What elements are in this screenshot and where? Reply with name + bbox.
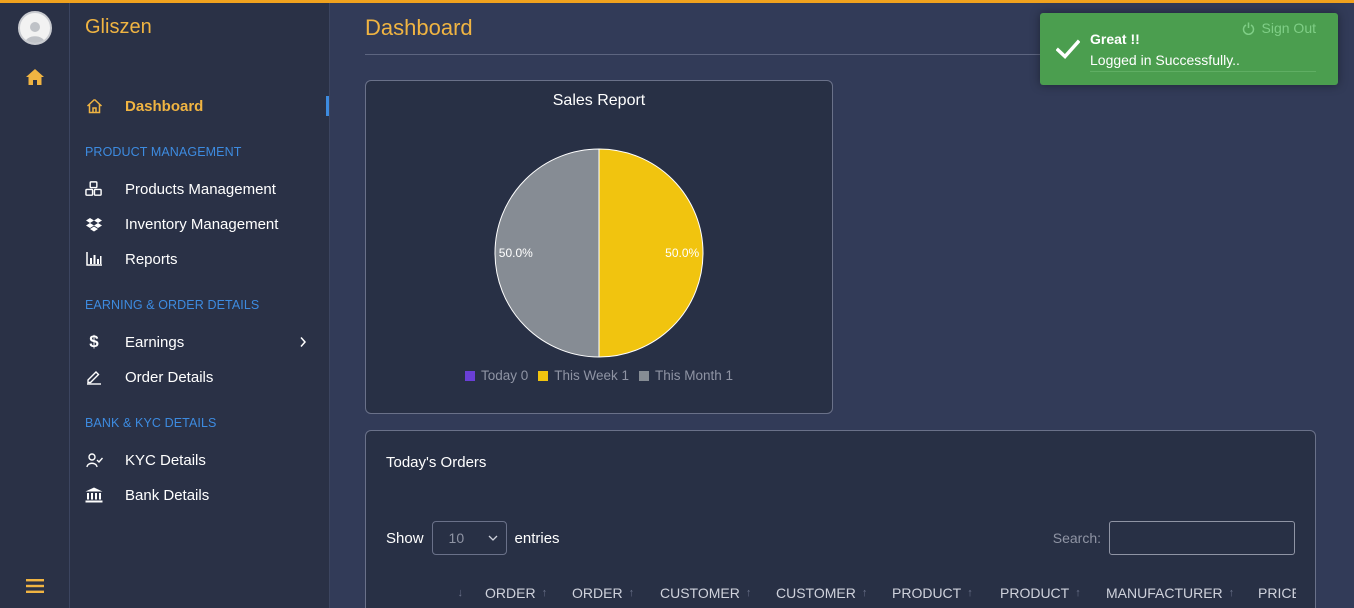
orders-title: Today's Orders	[386, 454, 487, 471]
sort-icon: ↑	[745, 587, 752, 599]
sidebar-item-earnings[interactable]: $ Earnings	[85, 328, 325, 356]
section-heading-bank: BANK & KYC DETAILS	[85, 416, 217, 430]
pie-data-label: 50.0%	[665, 246, 699, 260]
legend-item-this-month[interactable]: This Month 1	[639, 368, 733, 383]
dropbox-icon	[85, 215, 103, 233]
top-accent-bar	[0, 0, 1354, 3]
entries-select[interactable]: 10	[431, 521, 507, 555]
column-header[interactable]: ORDER ↑	[554, 581, 642, 605]
sidebar-item-label: Reports	[125, 250, 178, 268]
section-heading-earning: EARNING & ORDER DETAILS	[85, 298, 260, 312]
legend-label: Today 0	[480, 368, 529, 383]
home-outline-icon	[85, 97, 103, 115]
icon-rail	[0, 0, 70, 608]
sidebar: Gliszen Dashboard PRODUCT MANAGEMENT Pro…	[70, 0, 330, 608]
bank-icon	[85, 486, 103, 504]
legend-swatch	[538, 370, 549, 381]
sales-report-card: Sales Report 50.0% 50.0% Today 0 This Wee…	[365, 80, 833, 414]
sales-pie-chart: 50.0% 50.0%	[494, 148, 704, 358]
sign-out-label: Sign Out	[1261, 20, 1316, 36]
search-label: Search:	[1052, 530, 1101, 546]
legend-item-today[interactable]: Today 0	[464, 368, 529, 383]
legend-label: This Week 1	[554, 368, 630, 383]
user-check-icon	[85, 451, 103, 469]
sort-icon: ↑	[541, 587, 548, 599]
sort-icon: ↑	[1075, 587, 1081, 599]
todays-orders-card: Today's Orders Show 10 entries Search: ↓…	[365, 430, 1316, 608]
column-header[interactable]: CUSTOMER ↑	[758, 581, 874, 605]
sort-desc-icon: ↓	[457, 587, 464, 599]
sidebar-item-inventory[interactable]: Inventory Management	[85, 210, 325, 238]
chevron-right-icon	[300, 337, 307, 347]
power-icon	[1242, 22, 1254, 35]
check-icon	[1056, 39, 1080, 59]
column-header[interactable]: PRODUCT ↑	[874, 581, 982, 605]
search-control: Search:	[1053, 521, 1295, 555]
dollar-icon: $	[89, 332, 99, 351]
row-sort-column[interactable]: ↓	[386, 581, 465, 605]
column-header[interactable]: CUSTOMER ↑	[642, 581, 758, 605]
sidebar-item-order-details[interactable]: Order Details	[85, 363, 325, 391]
sidebar-item-label: Bank Details	[125, 486, 210, 504]
sidebar-item-products[interactable]: Products Management	[85, 175, 325, 203]
pie-data-label: 50.0%	[499, 246, 533, 260]
main-content: Dashboard Sales Report 50.0% 50.0% Today …	[330, 0, 1354, 608]
column-header[interactable]: PRICE	[1240, 581, 1296, 605]
sort-icon: ↑	[628, 587, 635, 599]
search-input[interactable]	[1109, 521, 1295, 555]
sidebar-item-label: Dashboard	[125, 97, 204, 115]
bar-chart-icon	[85, 250, 103, 268]
sidebar-item-reports[interactable]: Reports	[85, 245, 325, 273]
toast-divider	[1090, 71, 1316, 72]
sidebar-item-label: Products Management	[125, 180, 276, 198]
sidebar-item-label: Earnings	[125, 333, 185, 351]
show-label: Show	[386, 529, 424, 547]
sidebar-item-kyc[interactable]: KYC Details	[85, 446, 325, 474]
legend-swatch	[464, 370, 475, 381]
toast-message: Logged in Successfully..	[1090, 52, 1240, 68]
column-header[interactable]: ORDER ↑	[465, 581, 554, 605]
legend-swatch	[639, 370, 650, 381]
sign-out-button[interactable]: Sign Out	[1242, 20, 1316, 36]
legend-item-this-week[interactable]: This Week 1	[538, 368, 629, 383]
chart-legend: Today 0 This Week 1 This Month 1	[366, 368, 832, 383]
success-toast[interactable]: Great !! Logged in Successfully.. Sign O…	[1040, 13, 1338, 85]
entries-control: Show 10 entries	[386, 521, 560, 555]
section-heading-product: PRODUCT MANAGEMENT	[85, 145, 242, 159]
entries-label: entries	[514, 529, 560, 547]
sort-icon: ↑	[967, 587, 973, 599]
menu-icon[interactable]	[26, 578, 44, 594]
sidebar-item-label: KYC Details	[125, 451, 206, 469]
sidebar-item-dashboard[interactable]: Dashboard	[85, 92, 325, 120]
column-header[interactable]: PRODUCT ↑	[982, 581, 1088, 605]
cubes-icon	[85, 180, 103, 198]
legend-label: This Month 1	[655, 368, 734, 383]
sidebar-item-bank[interactable]: Bank Details	[85, 481, 325, 509]
sort-icon: ↑	[1228, 587, 1235, 599]
column-header[interactable]: MANUFACTURER ↑	[1088, 581, 1240, 605]
page-title: Dashboard	[365, 15, 473, 40]
sort-icon: ↑	[861, 587, 868, 599]
active-indicator	[326, 96, 329, 116]
edit-icon	[85, 368, 103, 386]
brand-name: Gliszen	[85, 16, 152, 38]
entries-value: 10	[448, 530, 465, 546]
chevron-down-icon	[488, 535, 497, 541]
avatar-icon[interactable]	[18, 11, 52, 45]
orders-table-header: ↓ ORDER ↑ ORDER ↑ CUSTOMER ↑ CUSTOMER ↑ PROD…	[386, 581, 1297, 605]
toast-title: Great !!	[1090, 31, 1140, 47]
home-icon[interactable]	[25, 68, 45, 86]
sidebar-item-label: Inventory Management	[125, 215, 279, 233]
sidebar-item-label: Order Details	[125, 368, 214, 386]
